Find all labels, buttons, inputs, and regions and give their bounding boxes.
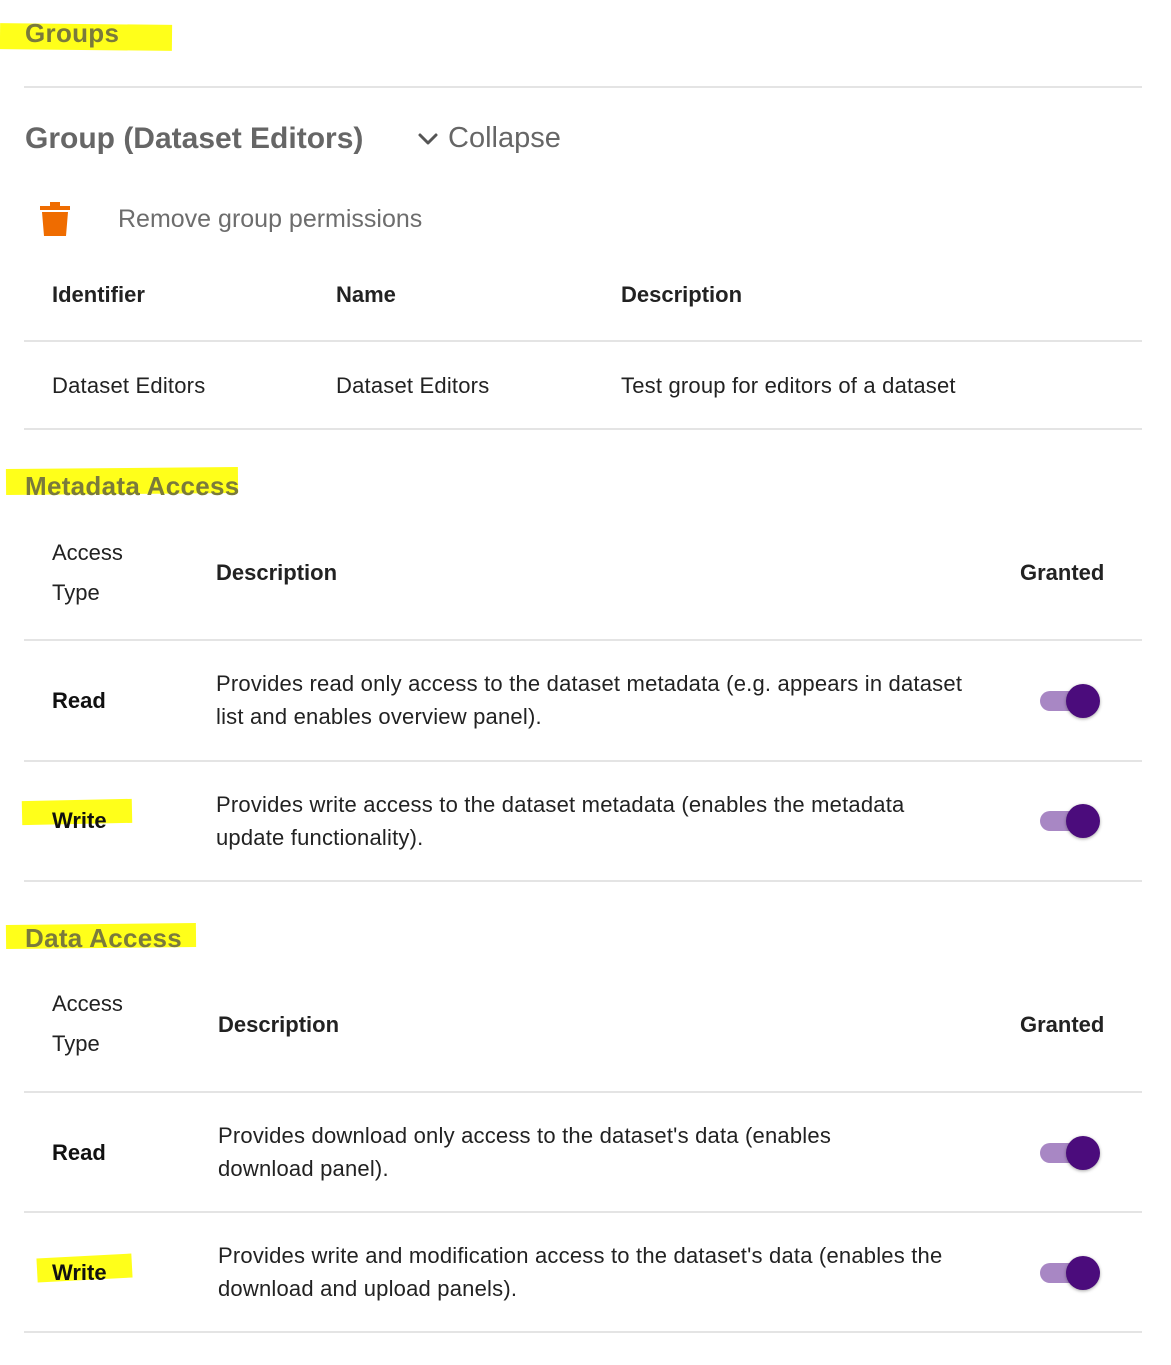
toggle-thumb [1066, 1256, 1100, 1290]
metadata-write-label: Write [52, 808, 107, 833]
column-header-name: Name [336, 282, 396, 307]
access-type-line2: Type [52, 1031, 100, 1056]
data-read-toggle[interactable] [1040, 1134, 1102, 1170]
data-read-label: Read [52, 1140, 106, 1165]
toggle-thumb [1066, 684, 1100, 718]
metadata-write-description: Provides write access to the dataset met… [216, 792, 905, 850]
divider [24, 880, 1142, 882]
data-read-description: Provides download only access to the dat… [218, 1123, 832, 1181]
divider [24, 1091, 1142, 1093]
divider [24, 428, 1142, 430]
column-header-description: Description [216, 560, 338, 585]
metadata-read-toggle[interactable] [1040, 682, 1102, 718]
column-header-description: Description [218, 1012, 340, 1037]
remove-group-permissions-button[interactable]: Remove group permissions [28, 202, 422, 236]
data-write-toggle[interactable] [1040, 1254, 1102, 1290]
cell-name: Dataset Editors [336, 373, 490, 398]
chevron-down-icon [418, 133, 438, 144]
divider [24, 1331, 1142, 1333]
data-write-label: Write [52, 1260, 107, 1285]
cell-identifier: Dataset Editors [52, 373, 206, 398]
collapse-button[interactable]: Collapse [416, 122, 561, 155]
trash-icon [40, 202, 70, 236]
groups-heading: Groups [25, 18, 120, 48]
data-access-heading: Data Access [25, 923, 182, 953]
toggle-thumb [1066, 804, 1100, 838]
column-header-identifier: Identifier [52, 282, 145, 307]
column-header-access-type: Access Type [52, 984, 123, 1064]
data-write-description: Provides write and modification access t… [218, 1243, 943, 1301]
column-header-access-type: Access Type [52, 533, 123, 613]
cell-description: Test group for editors of a dataset [621, 373, 956, 398]
divider [24, 760, 1142, 762]
column-header-description: Description [621, 282, 743, 307]
column-header-granted: Granted [1020, 560, 1105, 585]
divider [24, 639, 1142, 641]
metadata-write-toggle[interactable] [1040, 802, 1102, 838]
divider [24, 86, 1142, 88]
column-header-granted: Granted [1020, 1012, 1105, 1037]
access-type-line1: Access [52, 991, 123, 1016]
remove-group-permissions-label: Remove group permissions [118, 204, 423, 233]
access-type-line1: Access [52, 540, 123, 565]
metadata-read-label: Read [52, 688, 106, 713]
group-title: Group (Dataset Editors) [25, 122, 364, 155]
collapse-label: Collapse [448, 122, 561, 154]
metadata-access-heading: Metadata Access [25, 471, 240, 501]
divider [24, 340, 1142, 342]
metadata-read-description: Provides read only access to the dataset… [216, 671, 963, 729]
access-type-line2: Type [52, 580, 100, 605]
toggle-thumb [1066, 1136, 1100, 1170]
divider [24, 1211, 1142, 1213]
